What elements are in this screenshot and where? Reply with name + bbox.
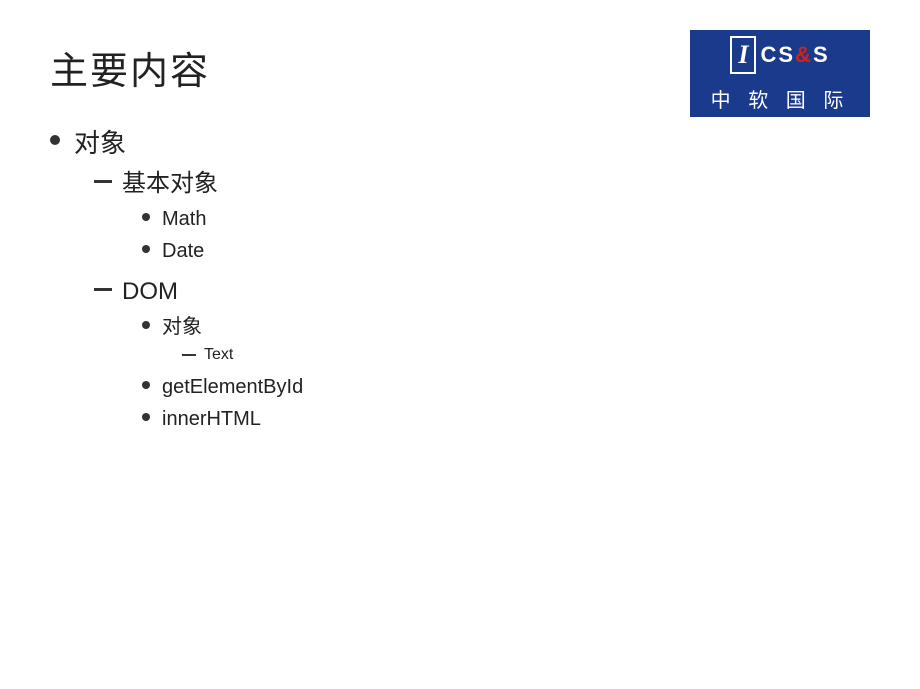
bullet-icon: [142, 245, 150, 253]
dash-icon: [182, 354, 196, 356]
logo-brand: CS&S: [760, 42, 829, 68]
list-item: 基本对象 Math Date: [94, 167, 303, 269]
company-logo: I CS&S 中 软 国 际: [690, 30, 870, 117]
list-item: 对象 基本对象 Math: [50, 125, 870, 443]
level4-list: Text: [182, 344, 233, 366]
level3-list: Math Date: [142, 205, 218, 265]
logo-letter-i: I: [730, 36, 756, 74]
list-item: Math: [142, 205, 218, 233]
item-label: Text: [204, 344, 233, 366]
item-label: getElementById: [162, 373, 303, 401]
list-item: 对象 Text: [142, 313, 303, 369]
dash-icon: [94, 288, 112, 291]
logo-chinese-text: 中 软 国 际: [690, 84, 870, 113]
item-label: innerHTML: [162, 405, 261, 433]
list-item: getElementById: [142, 373, 303, 401]
item-label: 基本对象: [122, 170, 218, 197]
bullet-icon: [142, 381, 150, 389]
bullet-icon: [142, 321, 150, 329]
bullet-icon: [142, 213, 150, 221]
item-label: 对象: [74, 128, 126, 158]
list-item: Date: [142, 237, 218, 265]
item-label: Math: [162, 205, 206, 233]
level2-list: 基本对象 Math Date: [94, 167, 303, 437]
level3-list: 对象 Text: [142, 313, 303, 433]
bullet-icon: [142, 413, 150, 421]
item-label: Date: [162, 237, 204, 265]
list-item: DOM 对象: [94, 275, 303, 437]
level1-list: 对象 基本对象 Math: [50, 125, 870, 443]
bullet-icon: [50, 135, 60, 145]
item-label: DOM: [122, 278, 178, 305]
item-label: 对象: [162, 316, 202, 338]
slide-content: 对象 基本对象 Math: [50, 125, 870, 443]
list-item: Text: [182, 344, 233, 366]
list-item: innerHTML: [142, 405, 303, 433]
slide: 主要内容 I CS&S 中 软 国 际 对象: [0, 0, 920, 689]
dash-icon: [94, 180, 112, 183]
